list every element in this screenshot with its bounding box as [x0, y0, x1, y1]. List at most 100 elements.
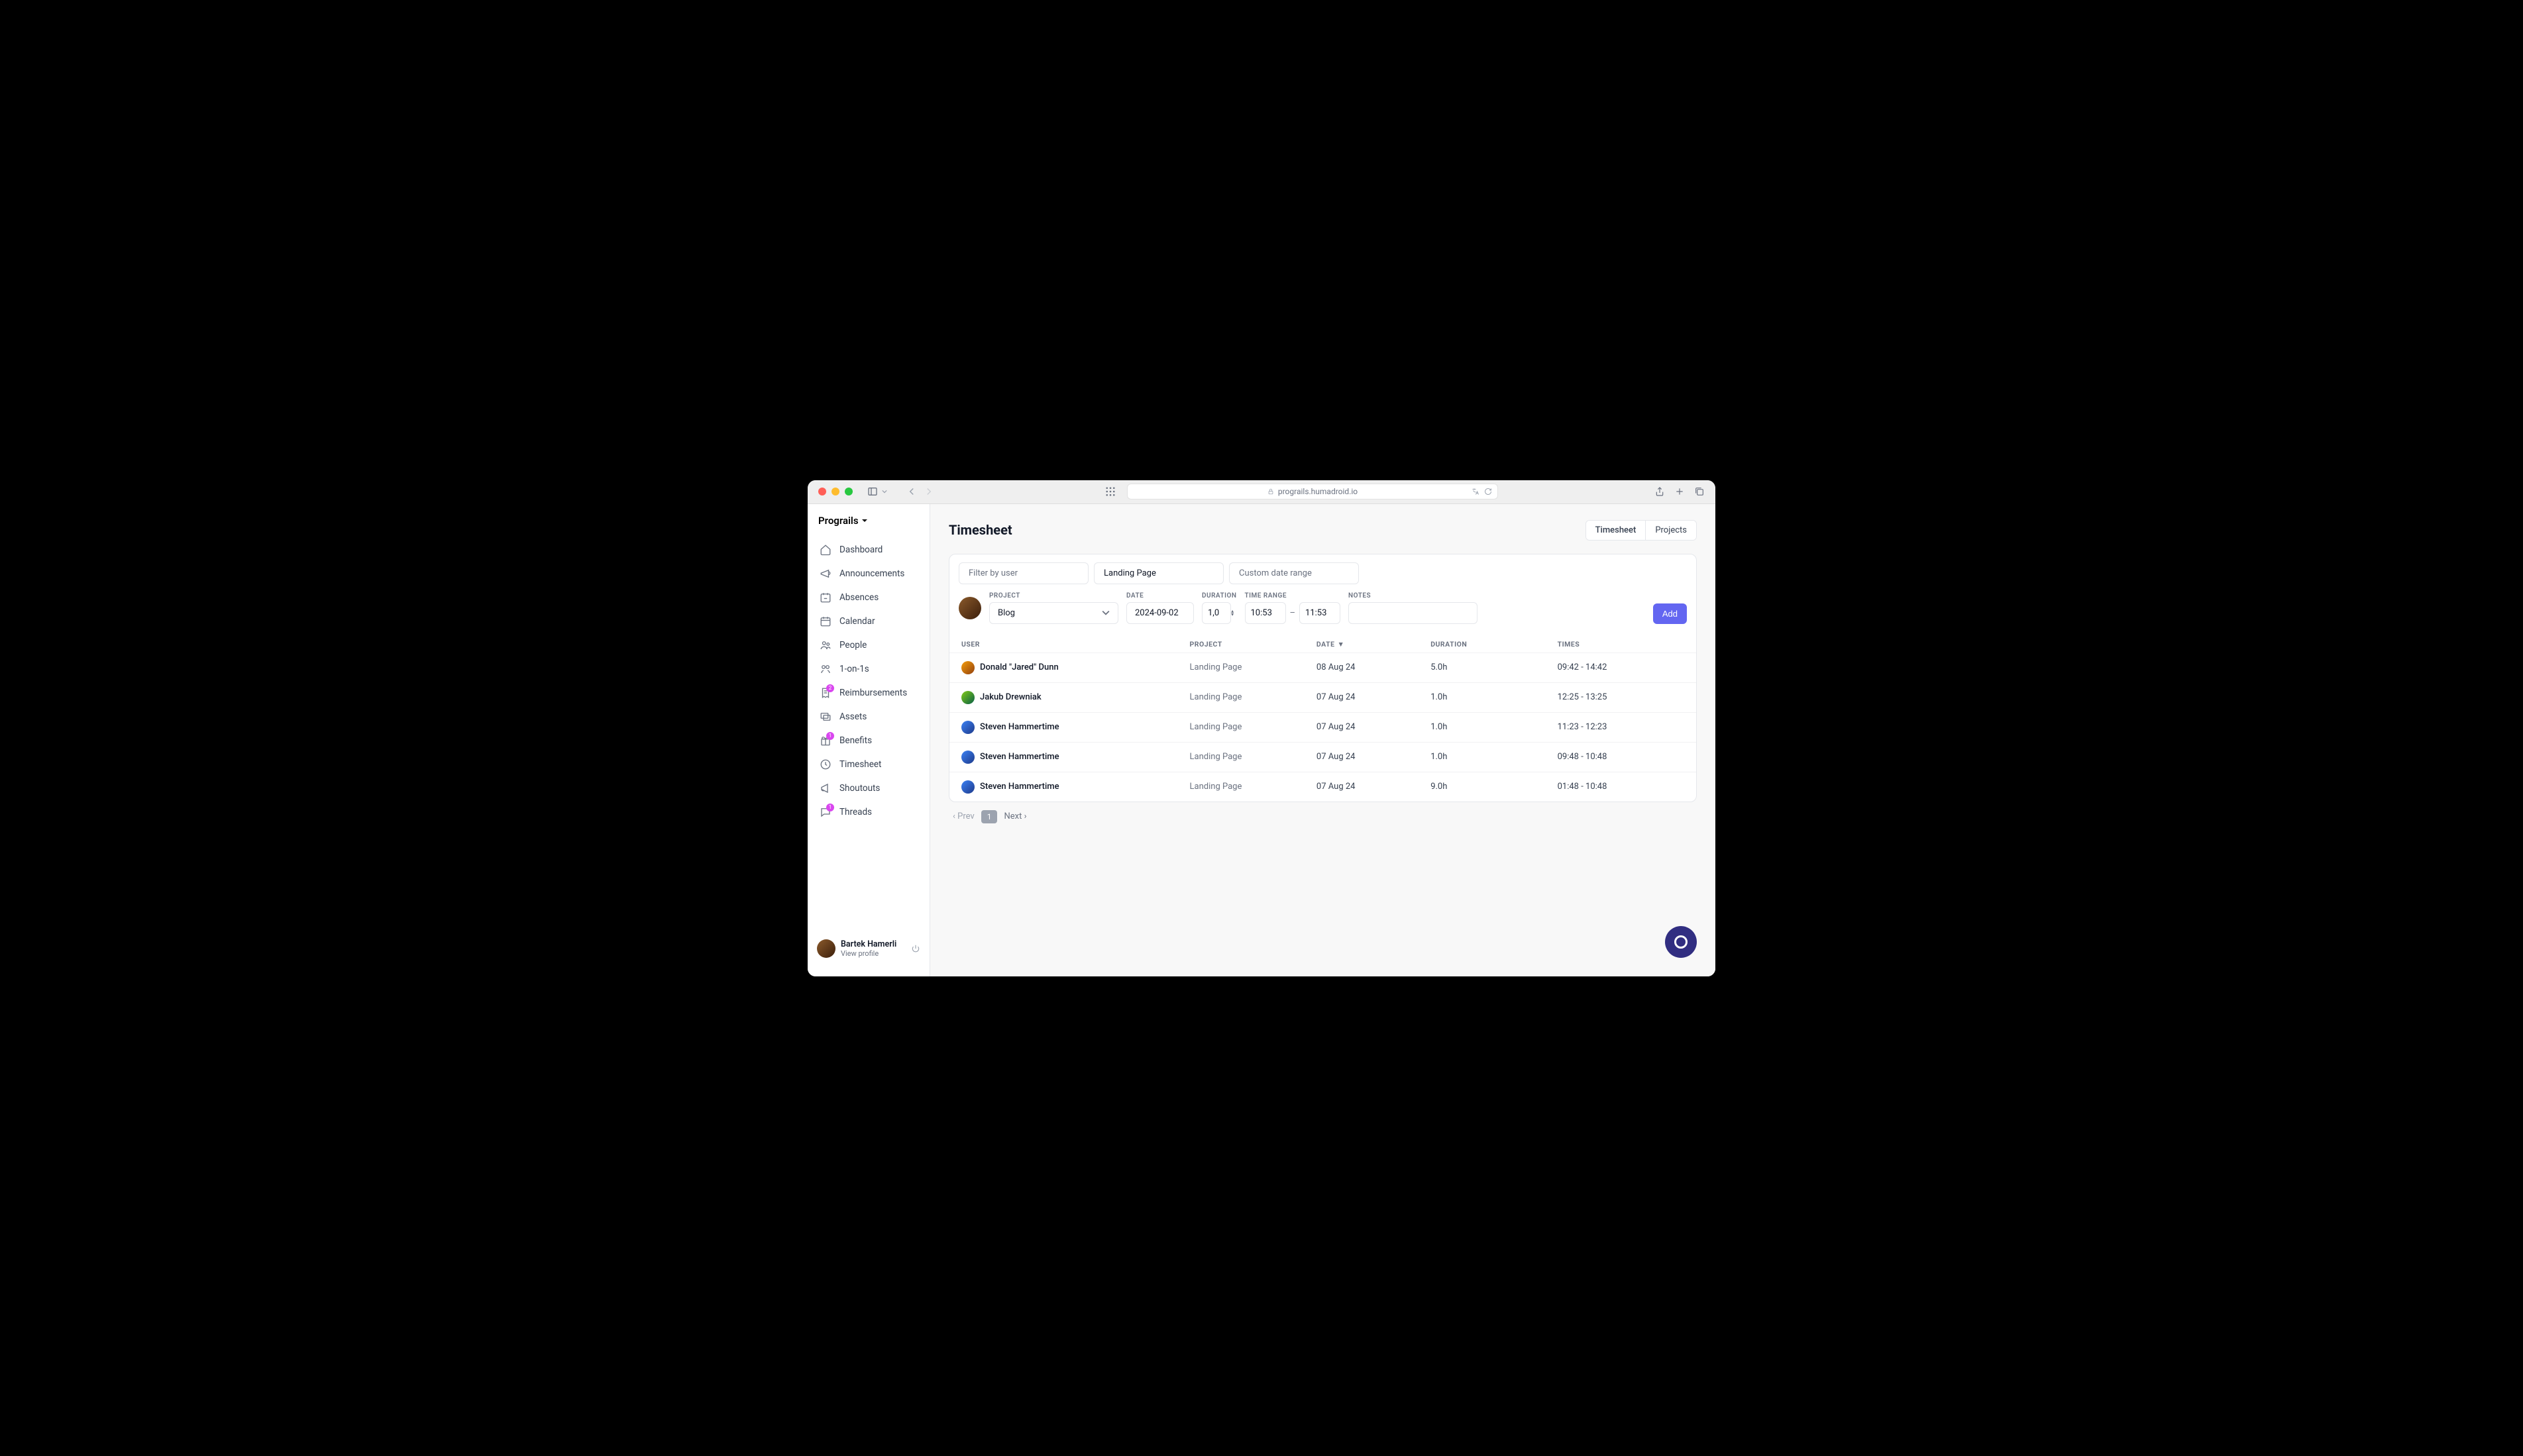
table-row[interactable]: Steven Hammertime Landing Page 07 Aug 24… — [949, 742, 1696, 772]
th-user: USER — [961, 640, 1190, 649]
time-separator: – — [1290, 608, 1296, 618]
maximize-window-button[interactable] — [845, 488, 853, 495]
receipt-icon: 2 — [820, 687, 832, 699]
sidebar-item-announcements[interactable]: Announcements — [812, 562, 926, 585]
sidebar-item-reimbursements[interactable]: 2 Reimbursements — [812, 682, 926, 704]
table-header: USER PROJECT DATE ▼ DURATION TIMES — [949, 633, 1696, 652]
time-from-input[interactable]: 10:53 — [1245, 602, 1286, 624]
pagination-current: 1 — [981, 810, 998, 823]
sidebar: Prograils Dashboard Announcements Absences… — [808, 504, 930, 976]
cell-duration: 1.0h — [1430, 752, 1557, 762]
label-date: DATE — [1126, 592, 1194, 599]
table-row[interactable]: Steven Hammertime Landing Page 07 Aug 24… — [949, 712, 1696, 742]
sidebar-item-label: Assets — [839, 711, 867, 722]
sidebar-item-threads[interactable]: 1Threads — [812, 801, 926, 823]
add-button[interactable]: Add — [1653, 603, 1687, 624]
pagination: ‹ Prev 1 Next › — [949, 802, 1697, 823]
sidebar-item-dashboard[interactable]: Dashboard — [812, 539, 926, 561]
close-window-button[interactable] — [818, 488, 826, 495]
sidebar-item-timesheet[interactable]: Timesheet — [812, 753, 926, 776]
tabs-icon[interactable] — [1694, 486, 1705, 497]
view-tabs: Timesheet Projects — [1585, 520, 1697, 541]
th-times: TIMES — [1558, 640, 1684, 649]
notes-input[interactable] — [1348, 602, 1477, 624]
sidebar-toggle[interactable] — [867, 486, 887, 497]
url-bar[interactable]: prograils.humadroid.io — [1127, 484, 1498, 499]
chat-fab[interactable] — [1665, 926, 1697, 958]
cell-times: 09:48 - 10:48 — [1558, 752, 1684, 762]
sidebar-item-label: Benefits — [839, 735, 872, 746]
duration-input[interactable]: 1,0 ▴▾ — [1202, 602, 1231, 624]
label-project: PROJECT — [989, 592, 1118, 599]
sidebar-item-label: Shoutouts — [839, 783, 880, 794]
time-to-input[interactable]: 11:53 — [1299, 602, 1340, 624]
user-name: Steven Hammertime — [980, 722, 1059, 732]
forward-button[interactable] — [923, 486, 935, 497]
sidebar-item-label: Dashboard — [839, 545, 883, 555]
page-title: Timesheet — [949, 522, 1012, 538]
profile-block[interactable]: Bartek Hamerli View profile — [808, 931, 930, 966]
sidebar-item-shoutouts[interactable]: Shoutouts — [812, 777, 926, 800]
sidebar-item-calendar[interactable]: Calendar — [812, 610, 926, 633]
time-to-value: 11:53 — [1305, 608, 1326, 618]
date-input[interactable]: 2024-09-02 — [1126, 602, 1194, 624]
apps-grid-icon[interactable] — [1106, 487, 1115, 496]
cell-times: 01:48 - 10:48 — [1558, 782, 1684, 792]
sidebar-item-label: Absences — [839, 592, 879, 603]
chat-icon: 1 — [820, 806, 832, 818]
share-icon[interactable] — [1654, 486, 1665, 497]
back-button[interactable] — [906, 486, 918, 497]
profile-name: Bartek Hamerli — [841, 939, 896, 949]
pagination-prev[interactable]: ‹ Prev — [953, 811, 975, 821]
sidebar-item-benefits[interactable]: 1 Benefits — [812, 729, 926, 752]
duration-value: 1,0 — [1208, 608, 1219, 618]
org-selector[interactable]: Prograils — [808, 515, 930, 539]
cell-project: Landing Page — [1190, 782, 1316, 792]
caret-down-icon — [861, 517, 868, 524]
filter-user[interactable]: Filter by user — [959, 562, 1089, 584]
avatar — [961, 691, 975, 704]
minimize-window-button[interactable] — [832, 488, 839, 495]
sidebar-item-people[interactable]: People — [812, 634, 926, 656]
user-name: Steven Hammertime — [980, 782, 1059, 792]
translate-icon[interactable] — [1471, 488, 1480, 495]
sidebar-item-absences[interactable]: Absences — [812, 586, 926, 609]
sidebar-item-label: 1-on-1s — [839, 664, 869, 674]
current-user-avatar — [959, 597, 981, 619]
cell-project: Landing Page — [1190, 722, 1316, 732]
filters-row: Filter by user Landing Page Custom date … — [949, 554, 1696, 592]
cell-user: Steven Hammertime — [961, 721, 1190, 734]
nav-list: Dashboard Announcements Absences CalendarPe… — [808, 539, 930, 823]
sidebar-item-label: Announcements — [839, 568, 904, 579]
label-duration: DURATION — [1202, 592, 1237, 599]
table-row[interactable]: Donald "Jared" Dunn Landing Page 08 Aug … — [949, 652, 1696, 682]
sort-desc-icon: ▼ — [1337, 640, 1344, 649]
th-date[interactable]: DATE ▼ — [1316, 640, 1430, 649]
sidebar-item-assets[interactable]: Assets — [812, 705, 926, 728]
label-notes: NOTES — [1348, 592, 1645, 599]
power-icon[interactable] — [911, 944, 920, 953]
new-tab-icon[interactable] — [1674, 486, 1685, 497]
table-row[interactable]: Steven Hammertime Landing Page 07 Aug 24… — [949, 772, 1696, 802]
avatar — [961, 721, 975, 734]
reload-icon[interactable] — [1484, 488, 1492, 495]
cell-user: Steven Hammertime — [961, 780, 1190, 794]
sidebar-item-1-on-1s[interactable]: 1-on-1s — [812, 658, 926, 680]
tab-projects[interactable]: Projects — [1645, 521, 1696, 540]
sidebar-item-label: Reimbursements — [839, 688, 907, 698]
filter-project[interactable]: Landing Page — [1094, 562, 1224, 584]
filter-date-range[interactable]: Custom date range — [1229, 562, 1359, 584]
avatar — [817, 939, 835, 958]
table-row[interactable]: Jakub Drewniak Landing Page 07 Aug 24 1.… — [949, 682, 1696, 712]
traffic-lights — [818, 488, 853, 495]
timesheet-card: Filter by user Landing Page Custom date … — [949, 554, 1697, 802]
cell-duration: 5.0h — [1430, 662, 1557, 672]
nav-badge: 1 — [826, 732, 834, 740]
pagination-next[interactable]: Next › — [1004, 811, 1026, 821]
one-on-one-icon — [820, 663, 832, 675]
cell-date: 08 Aug 24 — [1316, 662, 1430, 672]
megaphone-icon — [820, 782, 832, 794]
project-select[interactable]: Blog — [989, 602, 1118, 624]
cell-user: Steven Hammertime — [961, 751, 1190, 764]
tab-timesheet[interactable]: Timesheet — [1586, 521, 1646, 540]
